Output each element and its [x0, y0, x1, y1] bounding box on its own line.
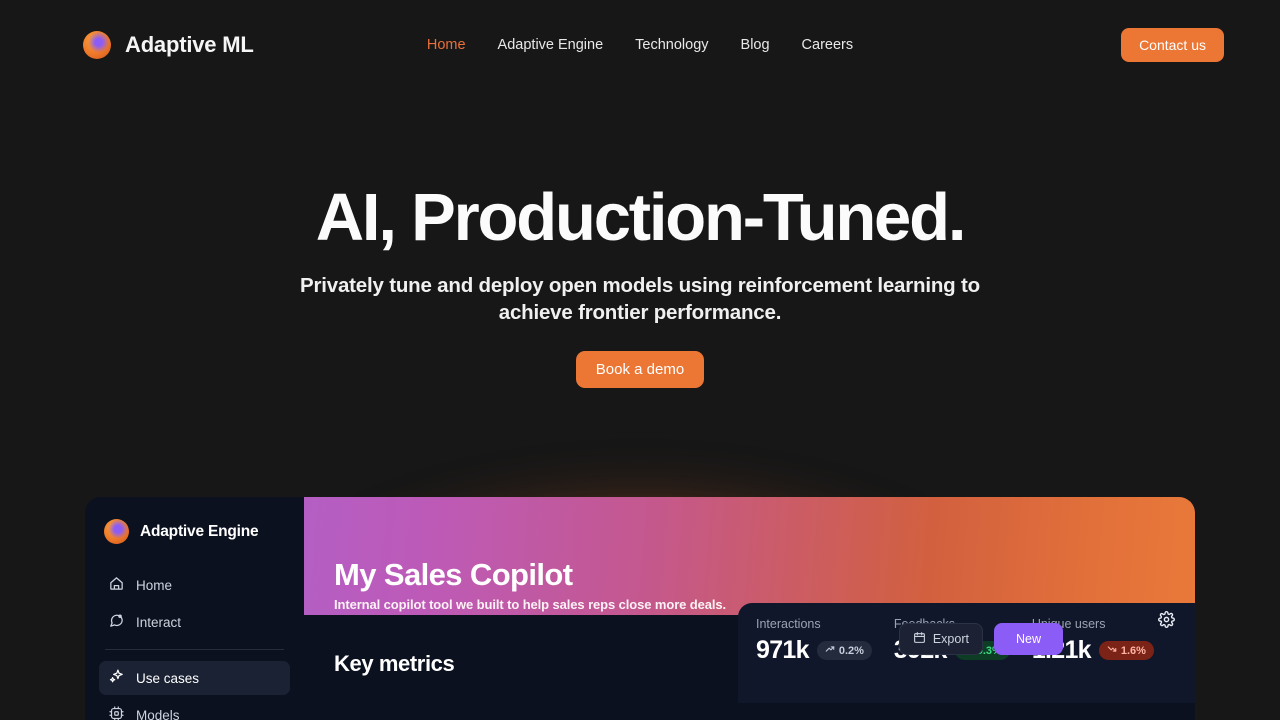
house-icon — [108, 575, 125, 595]
mockup-brand-group[interactable]: Adaptive Engine — [99, 519, 290, 544]
mockup-sidebar-nav: Home Interact Use cases Models — [99, 568, 290, 720]
sidebar-item-models[interactable]: Models — [99, 698, 290, 720]
sidebar-item-interact[interactable]: Interact — [99, 605, 290, 639]
gradient-orb-logo-icon — [104, 519, 129, 544]
sidebar-item-label: Home — [136, 577, 173, 593]
mockup-content-body: Key metrics Export New — [304, 615, 1195, 720]
mockup-main-area: My Sales Copilot Internal copilot tool w… — [304, 497, 1195, 720]
sidebar-divider — [105, 649, 284, 650]
content-actions: Export New — [898, 623, 1063, 655]
mockup-brand-name: Adaptive Engine — [140, 522, 259, 540]
brand-name: Adaptive ML — [125, 31, 254, 57]
export-button[interactable]: Export — [898, 623, 983, 655]
hero-subtitle: Privately tune and deploy open models us… — [300, 274, 980, 324]
nav-link-home[interactable]: Home — [427, 37, 466, 53]
sparkles-icon — [108, 668, 125, 688]
contact-us-button[interactable]: Contact us — [1121, 27, 1224, 62]
sidebar-item-label: Interact — [136, 614, 182, 630]
nav-link-careers[interactable]: Careers — [802, 37, 854, 53]
use-case-banner: My Sales Copilot Internal copilot tool w… — [304, 497, 1195, 615]
new-button[interactable]: New — [993, 623, 1063, 655]
top-navigation-bar: Adaptive ML Home Adaptive Engine Technol… — [0, 0, 1280, 89]
nav-link-technology[interactable]: Technology — [635, 37, 708, 53]
nav-link-adaptive-engine[interactable]: Adaptive Engine — [498, 37, 604, 53]
page-title: AI, Production-Tuned. — [315, 180, 967, 255]
sidebar-item-home[interactable]: Home — [99, 568, 290, 602]
sidebar-item-use-cases[interactable]: Use cases — [99, 661, 290, 695]
calendar-icon — [913, 631, 926, 647]
use-case-title: My Sales Copilot — [334, 557, 573, 592]
product-screenshot-mockup: Adaptive Engine Home Interact Use cases … — [85, 497, 1195, 720]
gradient-orb-logo-icon — [83, 30, 111, 59]
section-title-key-metrics: Key metrics — [334, 651, 455, 676]
chat-bubble-icon — [108, 612, 125, 632]
nav-links: Home Adaptive Engine Technology Blog Car… — [427, 37, 853, 53]
sidebar-item-label: Use cases — [136, 670, 200, 686]
book-a-demo-button[interactable]: Book a demo — [575, 351, 705, 389]
brand-logo-group[interactable]: Adaptive ML — [83, 30, 254, 59]
nav-link-blog[interactable]: Blog — [741, 37, 770, 53]
sidebar-item-label: Models — [136, 707, 180, 720]
export-button-label: Export — [932, 632, 969, 646]
chip-icon — [108, 705, 125, 720]
mockup-sidebar: Adaptive Engine Home Interact Use cases … — [85, 497, 304, 720]
